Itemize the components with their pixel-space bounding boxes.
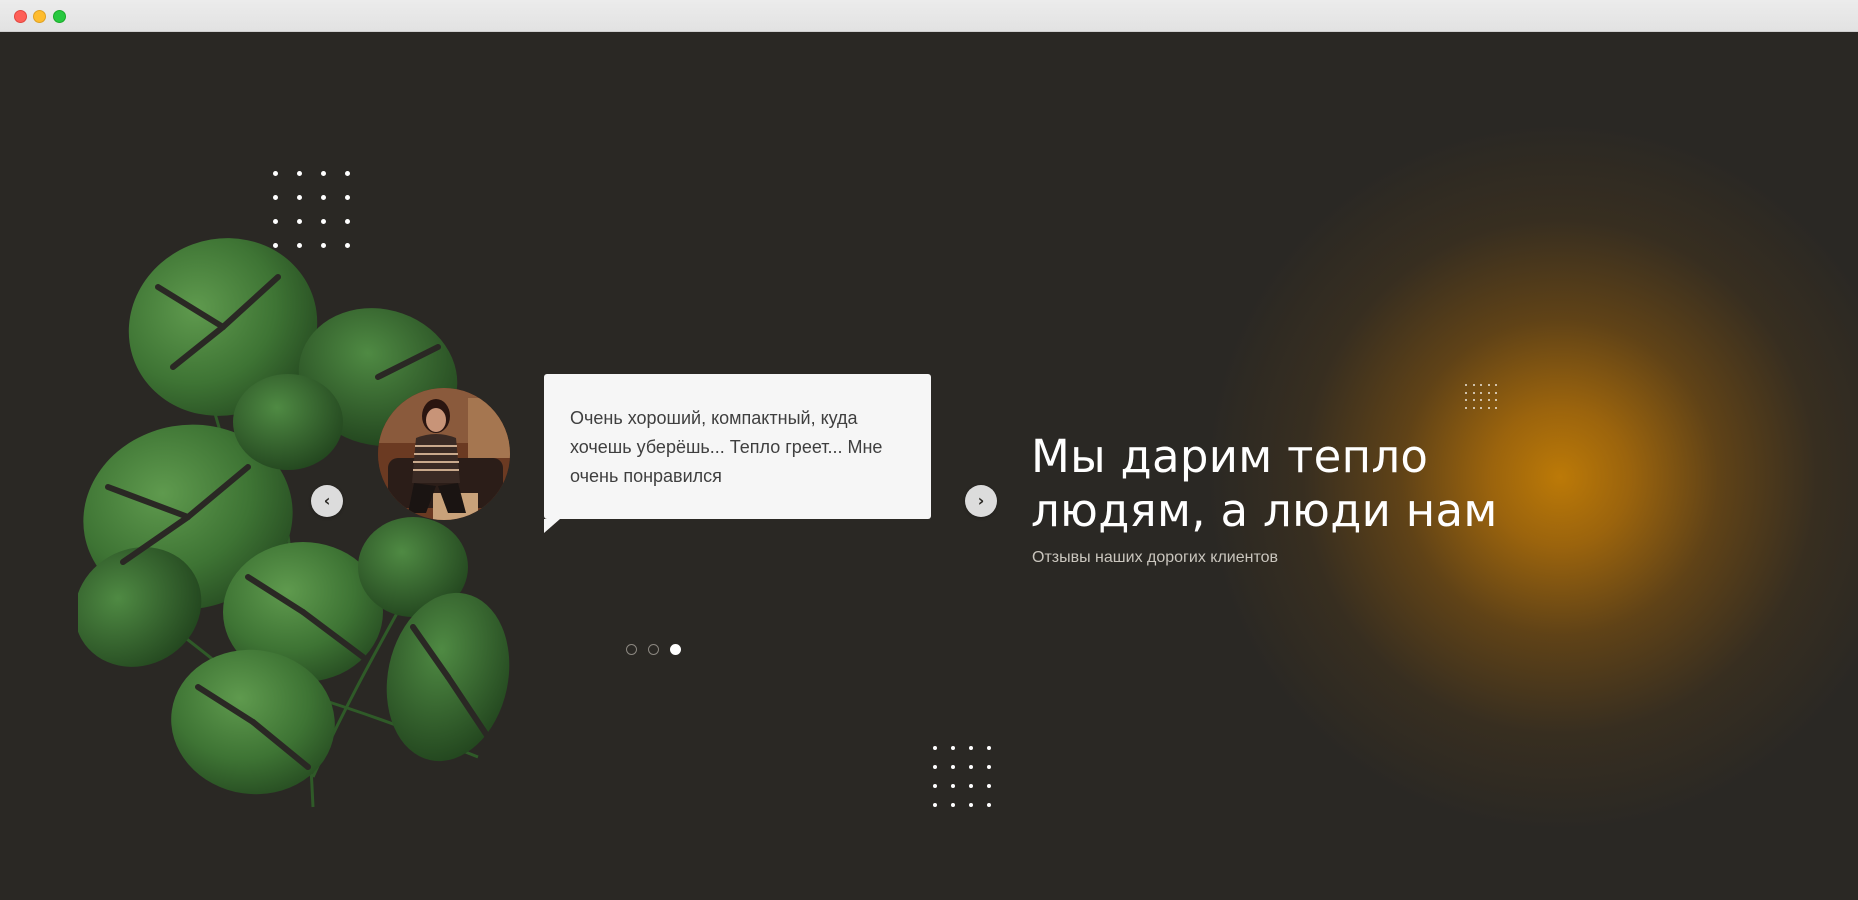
customer-avatar (378, 388, 510, 520)
hero-title: Мы дарим тепло людям, а люди нам (1031, 430, 1591, 538)
hero-title-line-2: людям, а люди нам (1031, 484, 1498, 537)
browser-window: ‹ Очень хороший, компактный, куда хочешь… (0, 0, 1858, 900)
monstera-plant-image (78, 238, 510, 808)
dot-grid-decoration (1465, 384, 1503, 414)
testimonials-section: ‹ Очень хороший, компактный, куда хочешь… (0, 32, 1858, 900)
testimonial-text: Очень хороший, компактный, куда хочешь у… (570, 408, 883, 486)
window-maximize-button[interactable] (53, 10, 66, 23)
testimonial-pagination (626, 644, 681, 655)
pagination-dot-3[interactable] (670, 644, 681, 655)
chevron-left-icon: ‹ (323, 491, 331, 510)
pagination-dot-2[interactable] (648, 644, 659, 655)
testimonial-bubble: Очень хороший, компактный, куда хочешь у… (544, 374, 931, 533)
window-close-button[interactable] (14, 10, 27, 23)
dot-grid-decoration (933, 746, 1005, 822)
chevron-right-icon: › (977, 491, 985, 510)
prev-testimonial-button[interactable]: ‹ (311, 485, 343, 517)
window-minimize-button[interactable] (33, 10, 46, 23)
window-titlebar (0, 0, 1858, 32)
hero-subtitle: Отзывы наших дорогих клиентов (1032, 549, 1278, 566)
pagination-dot-1[interactable] (626, 644, 637, 655)
next-testimonial-button[interactable]: › (965, 485, 997, 517)
hero-title-line-1: Мы дарим тепло (1031, 430, 1429, 483)
